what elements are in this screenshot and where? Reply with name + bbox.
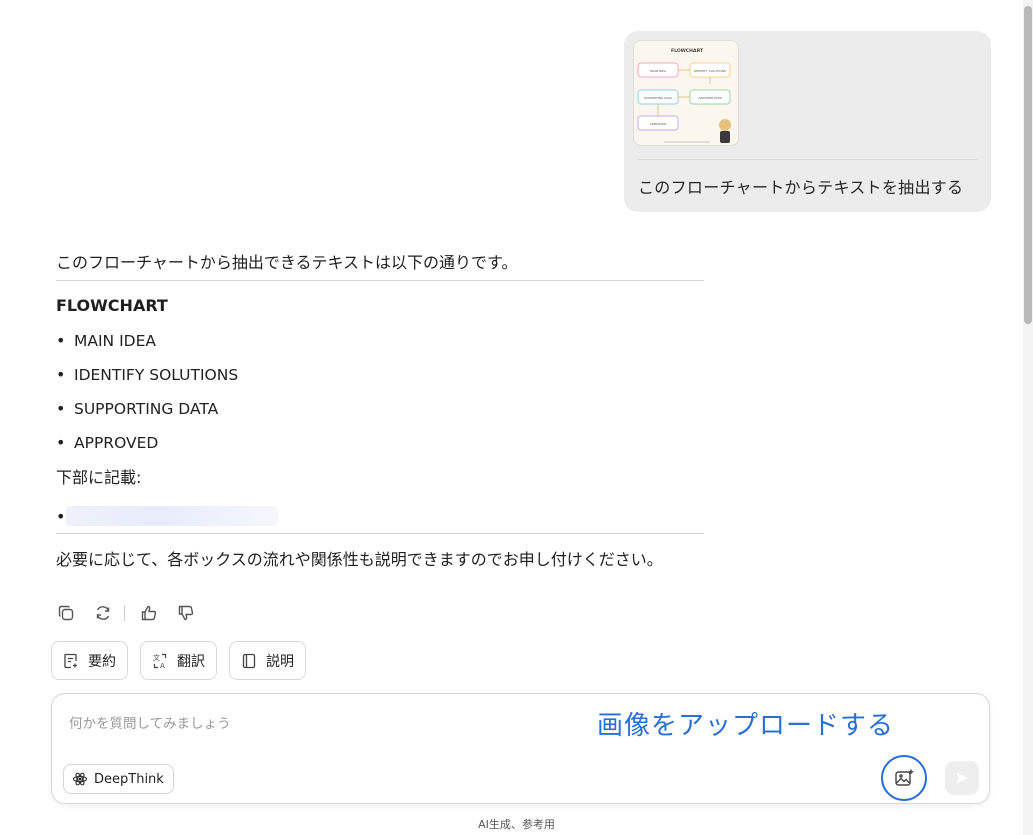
translate-icon: 文A (153, 653, 167, 670)
chip-label: 要約 (88, 653, 116, 670)
chat-input-box[interactable]: 何かを質問してみましょう 画像をアップロードする DeepThink (51, 693, 990, 804)
atom-icon (72, 772, 88, 786)
footer-disclaimer: AI生成、参考用 (478, 818, 555, 831)
list-item: • IDENTIFY SOLUTIONS (56, 365, 239, 384)
bottom-note: 下部に記載: (56, 468, 142, 487)
svg-text:IDENTIFY SOLUTIONS: IDENTIFY SOLUTIONS (694, 69, 726, 73)
regenerate-icon[interactable] (93, 603, 113, 623)
svg-text:A: A (160, 662, 165, 670)
deepthink-label: DeepThink (94, 771, 164, 787)
user-message-text: このフローチャートからテキストを抽出する (638, 178, 964, 197)
suggestion-chips: 要約 文A 翻訳 説明 (51, 641, 318, 680)
send-icon (956, 772, 968, 784)
redacted-text (66, 506, 278, 526)
thumbs-up-icon[interactable] (139, 603, 159, 623)
list-item: • APPROVED (56, 433, 159, 452)
book-icon (242, 653, 256, 668)
bubble-divider (638, 159, 977, 160)
svg-text:MAIN IDEA: MAIN IDEA (650, 69, 667, 73)
image-upload-button[interactable] (881, 755, 927, 801)
summary-icon (64, 653, 77, 668)
copy-icon[interactable] (56, 603, 76, 623)
svg-text:FLOWCHART: FLOWCHART (671, 48, 704, 54)
section-title: FLOWCHART (56, 296, 168, 315)
svg-text:ANOTHER STEP: ANOTHER STEP (698, 96, 721, 100)
summary-button[interactable]: 要約 (51, 641, 128, 680)
send-button[interactable] (945, 761, 979, 795)
image-upload-icon (895, 769, 914, 786)
flowchart-thumbnail[interactable]: FLOWCHART MAIN IDEA IDENTIFY SOLUTIONS S… (633, 40, 739, 146)
bullet-list: • MAIN IDEA • IDENTIFY SOLUTIONS • SUPPORTI… (56, 330, 704, 466)
upload-annotation: 画像をアップロードする (597, 711, 895, 741)
list-item: • SUPPORTING DATA (56, 399, 219, 418)
message-actions (56, 603, 213, 623)
action-separator (124, 605, 125, 621)
user-message-bubble: FLOWCHART MAIN IDEA IDENTIFY SOLUTIONS S… (624, 31, 991, 212)
explain-button[interactable]: 説明 (229, 641, 306, 680)
answer-intro: このフローチャートから抽出できるテキストは以下の通りです。 (56, 253, 518, 272)
redacted-list-item: • (56, 501, 704, 531)
scrollbar-thumb[interactable] (1024, 6, 1032, 324)
thumbs-down-icon[interactable] (176, 603, 196, 623)
translate-button[interactable]: 文A 翻訳 (140, 641, 217, 680)
deepthink-button[interactable]: DeepThink (63, 764, 174, 794)
answer-closing: 必要に応じて、各ボックスの流れや関係性も説明できますのでお申し付けください。 (56, 550, 663, 569)
svg-text:APPROVED: APPROVED (650, 122, 667, 126)
svg-text:SUPPORTING DATA: SUPPORTING DATA (644, 96, 673, 100)
chip-label: 説明 (266, 653, 294, 670)
svg-text:文: 文 (153, 653, 160, 662)
divider (56, 533, 704, 534)
list-item: • MAIN IDEA (56, 331, 156, 350)
scrollbar-track[interactable] (1023, 0, 1033, 835)
chat-input-placeholder[interactable]: 何かを質問してみましょう (69, 712, 231, 732)
divider (56, 280, 704, 281)
assistant-answer: このフローチャートから抽出できるテキストは以下の通りです。 FLOWCHART … (56, 250, 704, 570)
chip-label: 翻訳 (177, 653, 205, 670)
